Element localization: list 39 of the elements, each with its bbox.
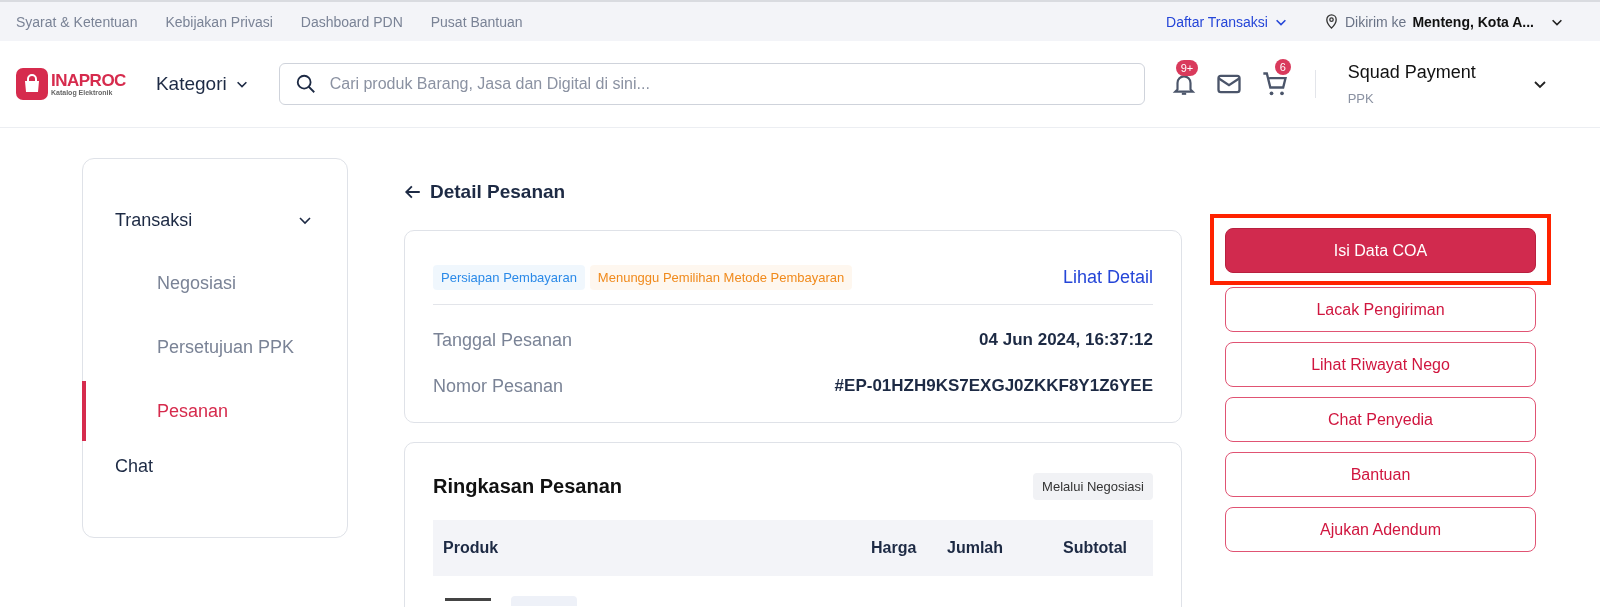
top-link[interactable]: Pusat Bantuan [430, 13, 523, 30]
sidebar-subitem[interactable]: Pesanan [157, 400, 229, 422]
field-label: Tanggal Pesanan [433, 329, 573, 351]
ship-location[interactable]: Menteng, Kota A... [1412, 13, 1534, 30]
action-button[interactable]: Ajukan Adendum [1225, 507, 1536, 552]
top-link[interactable]: Dashboard PDN [300, 13, 403, 30]
ship-label: Dikirim ke [1344, 13, 1407, 30]
top-link[interactable]: Syarat & Ketentuan [16, 13, 138, 30]
column-header: Jumlah [947, 539, 1004, 557]
detail-link[interactable]: Lihat Detail [1062, 267, 1153, 288]
column-header: Harga [871, 539, 918, 557]
user-name[interactable]: Squad Payment [1347, 62, 1508, 83]
search-field[interactable]: Cari produk Barang, Jasa dan Digital di sini... [278, 63, 1145, 105]
user-role: PPK [1347, 91, 1375, 106]
status-tag: Persiapan Pembayaran [433, 265, 585, 290]
category-menu[interactable]: Kategori [155, 73, 249, 95]
action-button[interactable]: Bantuan [1225, 452, 1536, 497]
action-button[interactable]: Chat Penyedia [1225, 397, 1536, 442]
page-title: Detail Pesanan [430, 181, 566, 203]
field-value: 04 Jun 2024, 16:37:12 [979, 330, 1153, 350]
summary-title: Ringkasan Pesanan [433, 475, 622, 498]
notification-badge: 9+ [1175, 60, 1199, 76]
transactions-link[interactable]: Daftar Transaksi [1166, 13, 1268, 30]
sidebar-subitem[interactable]: Persetujuan PPK [157, 336, 295, 358]
cart-badge: 6 [1274, 59, 1291, 75]
logo-title: INAPROC [51, 72, 126, 89]
negotiation-badge: Melalui Negosiasi [1033, 473, 1153, 500]
sidebar-subitem[interactable]: Negosiasi [157, 272, 237, 294]
status-tag: Menunggu Pemilihan Metode Pembayaran [589, 265, 853, 290]
action-button[interactable]: Lacak Pengiriman [1225, 287, 1536, 332]
column-header: Subtotal [1063, 539, 1128, 557]
field-value: #EP-01HZH9KS7EXGJ0ZKKF8Y1Z6YEE [834, 376, 1153, 396]
action-button[interactable]: Isi Data COA [1225, 228, 1536, 273]
action-button[interactable]: Lihat Riwayat Nego [1225, 342, 1536, 387]
column-header: Produk [443, 539, 500, 557]
top-link[interactable]: Kebijakan Privasi [165, 13, 273, 30]
sidebar-item[interactable]: Transaksi [115, 209, 193, 231]
field-label: Nomor Pesanan [433, 375, 564, 397]
sidebar-item[interactable]: Chat [115, 455, 154, 477]
